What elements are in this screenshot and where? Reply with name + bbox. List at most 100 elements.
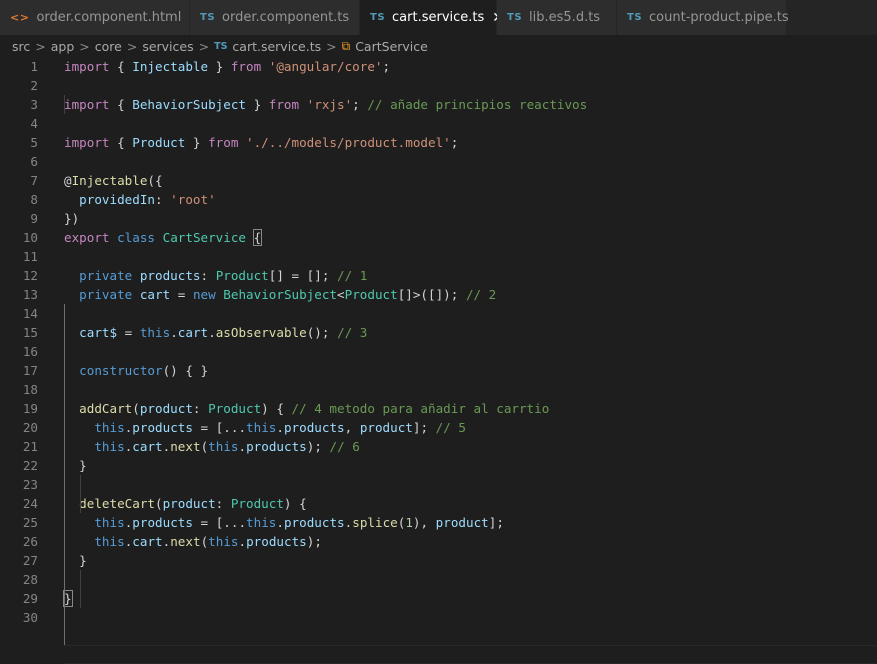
indent-guide: [64, 304, 65, 646]
line-number: 21: [22, 439, 38, 454]
token: next: [170, 439, 201, 454]
token: import: [64, 135, 110, 150]
editor-tab-bar: <> order.component.html TS order.compone…: [0, 0, 877, 35]
tab-order-component-ts[interactable]: TS order.component.ts: [190, 0, 360, 35]
code-line-25[interactable]: 25 this.products = [...this.products.spl…: [0, 513, 877, 532]
code-line-4[interactable]: 4: [0, 114, 877, 133]
token: Injectable: [71, 173, 148, 188]
token: .: [170, 325, 178, 340]
code-line-16[interactable]: 16: [0, 342, 877, 361]
token: cart: [132, 534, 163, 549]
code-line-14[interactable]: 14: [0, 304, 877, 323]
code-line-27[interactable]: 27 }: [0, 551, 877, 570]
chevron-right-icon: >: [326, 38, 337, 54]
line-number: 30: [22, 610, 38, 625]
line-number: 26: [22, 534, 38, 549]
code-line-30[interactable]: 30: [0, 608, 877, 627]
token: constructor: [79, 363, 163, 378]
token: products: [132, 515, 193, 530]
matched-bracket: {: [252, 229, 263, 246]
token: (: [155, 496, 163, 511]
code-line-18[interactable]: 18: [0, 380, 877, 399]
tab-cart-service-ts[interactable]: TS cart.service.ts ✕: [360, 0, 504, 35]
code-line-21[interactable]: 21 this.cart.next(this.products); // 6: [0, 437, 877, 456]
line-number: 7: [30, 173, 38, 188]
comment: // 4 metodo para añadir al carrtio: [291, 401, 550, 416]
code-line-22[interactable]: 22 }: [0, 456, 877, 475]
code-editor[interactable]: 1 import { Injectable } from '@angular/co…: [0, 57, 877, 664]
breadcrumb-item-file[interactable]: cart.service.ts: [232, 39, 321, 54]
token: this: [208, 439, 239, 454]
code-line-8[interactable]: 8 providedIn: 'root': [0, 190, 877, 209]
token: deleteCart: [79, 496, 155, 511]
token: import: [64, 59, 110, 74]
token: products: [246, 439, 307, 454]
token: this: [94, 439, 125, 454]
code-line-7[interactable]: 7 @Injectable({: [0, 171, 877, 190]
token: '@angular/core': [268, 59, 383, 74]
code-line-26[interactable]: 26 this.cart.next(this.products);: [0, 532, 877, 551]
code-line-5[interactable]: 5 import { Product } from './../models/pr…: [0, 133, 877, 152]
code-line-1[interactable]: 1 import { Injectable } from '@angular/co…: [0, 57, 877, 76]
token: this: [94, 420, 125, 435]
token: private: [79, 287, 133, 302]
token: from: [230, 59, 262, 74]
code-line-20[interactable]: 20 this.products = [...this.products, pr…: [0, 418, 877, 437]
code-line-28[interactable]: 28: [0, 570, 877, 589]
token: .: [208, 325, 216, 340]
token: ({: [147, 173, 163, 188]
token: BehaviorSubject: [132, 97, 246, 112]
code-line-15[interactable]: 15 cart$ = this.cart.asObservable(); // …: [0, 323, 877, 342]
code-line-24[interactable]: 24 deleteCart(product: Product) {: [0, 494, 877, 513]
chevron-right-icon: >: [79, 38, 90, 54]
token: :: [215, 496, 231, 511]
tab-order-component-html[interactable]: <> order.component.html: [0, 0, 190, 35]
breadcrumb-item-src[interactable]: src: [12, 39, 30, 54]
breadcrumb-item-core[interactable]: core: [95, 39, 122, 54]
token: providedIn: [79, 192, 155, 207]
tab-label: lib.es5.d.ts: [529, 10, 601, 25]
breadcrumb-item-services[interactable]: services: [142, 39, 193, 54]
token: :: [200, 268, 216, 283]
token: {: [109, 59, 133, 74]
code-line-6[interactable]: 6: [0, 152, 877, 171]
comment: // 2: [465, 287, 497, 302]
code-line-19[interactable]: 19 addCart(product: Product) { // 4 meto…: [0, 399, 877, 418]
line-number: 8: [30, 192, 38, 207]
line-number: 17: [22, 363, 38, 378]
token: ();: [306, 325, 338, 340]
token: './../models/product.model': [246, 135, 451, 150]
html-file-icon: <>: [10, 11, 30, 24]
code-line-17[interactable]: 17 constructor() { }: [0, 361, 877, 380]
code-line-3[interactable]: 3 import { BehaviorSubject } from 'rxjs';…: [0, 95, 877, 114]
code-line-10[interactable]: 10 export class CartService {: [0, 228, 877, 247]
token: ) {: [283, 496, 307, 511]
line-number: 12: [22, 268, 38, 283]
token: );: [306, 439, 330, 454]
code-line-29[interactable]: 29}: [0, 589, 877, 608]
tab-count-product-pipe-ts[interactable]: TS count-product.pipe.ts: [617, 0, 789, 35]
token: products: [246, 534, 307, 549]
tab-lib-es5-d-ts[interactable]: TS lib.es5.d.ts: [497, 0, 617, 35]
tab-label: order.component.html: [36, 10, 182, 25]
code-line-13[interactable]: 13 private cart = new BehaviorSubject<Pr…: [0, 285, 877, 304]
breadcrumb-item-app[interactable]: app: [51, 39, 75, 54]
code-line-2[interactable]: 2: [0, 76, 877, 95]
code-line-11[interactable]: 11: [0, 247, 877, 266]
breadcrumb-item-symbol[interactable]: CartService: [355, 39, 428, 54]
tab-label: cart.service.ts: [392, 10, 485, 25]
token: [] = [];: [268, 268, 338, 283]
token: private: [79, 268, 133, 283]
line-number: 16: [22, 344, 38, 359]
code-line-9[interactable]: 9}): [0, 209, 877, 228]
indent-guide: [80, 475, 81, 513]
code-line-12[interactable]: 12 private products: Product[] = []; // …: [0, 266, 877, 285]
code-line-23[interactable]: 23: [0, 475, 877, 494]
token: =: [117, 325, 140, 340]
